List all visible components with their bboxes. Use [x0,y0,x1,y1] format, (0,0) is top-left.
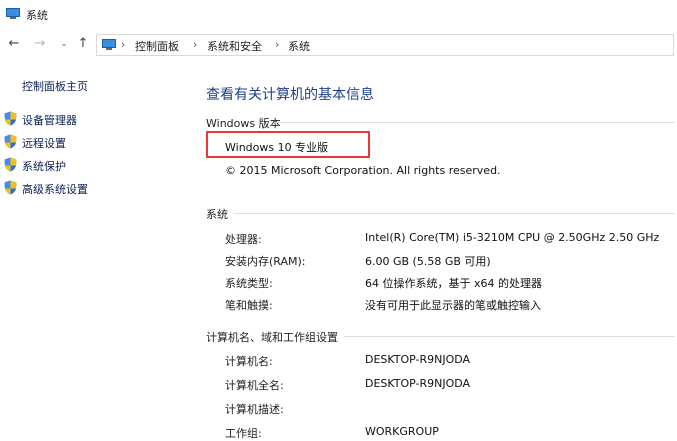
computer-description-label: 计算机描述: [225,403,284,416]
processor-label: 处理器: [225,233,262,246]
workgroup-value: WORKGROUP [365,425,439,438]
navigation-bar: ← → ⌄ ↑ › 控制面板 › 系统和安全 › 系统 [0,31,677,59]
windows-edition-heading: Windows 版本 [206,117,281,130]
computer-name-label: 计算机名: [225,355,273,368]
section-divider [234,213,675,214]
shield-icon [4,134,17,149]
sidebar-item-label: 系统保护 [22,160,66,173]
section-divider [275,122,675,123]
ram-label: 安装内存(RAM): [225,255,306,268]
window-title: 系统 [26,9,48,22]
windows-edition-value: Windows 10 专业版 [225,141,329,154]
section-divider [344,336,675,337]
processor-value: Intel(R) Core(TM) i5-3210M CPU @ 2.50GHz… [365,231,660,244]
forward-arrow-icon[interactable]: → [32,35,48,53]
system-type-label: 系统类型: [225,277,273,290]
full-computer-name-label: 计算机全名: [225,379,284,392]
title-bar: 系统 [0,0,677,28]
system-type-value: 64 位操作系统，基于 x64 的处理器 [365,277,542,290]
breadcrumb-system[interactable]: 系统 [288,38,310,54]
breadcrumb-control-panel[interactable]: 控制面板 [135,38,179,54]
computer-name-heading: 计算机名、域和工作组设置 [206,331,338,344]
control-panel-home-link[interactable]: 控制面板主页 [22,78,88,94]
page-title: 查看有关计算机的基本信息 [206,87,374,103]
control-panel-icon [102,39,116,50]
breadcrumb-separator: › [193,38,198,51]
workgroup-label: 工作组: [225,427,262,440]
full-computer-name-value: DESKTOP-R9NJODA [365,377,471,390]
computer-name-value: DESKTOP-R9NJODA [365,353,471,366]
shield-icon [4,157,17,172]
sidebar-item-label: 设备管理器 [22,114,77,127]
pen-touch-value: 没有可用于此显示器的笔或触控输入 [365,299,541,312]
copyright-text: © 2015 Microsoft Corporation. All rights… [225,164,501,177]
recent-locations-chevron-icon[interactable]: ⌄ [58,35,70,53]
shield-icon [4,180,17,195]
sidebar-item-label: 远程设置 [22,137,66,150]
breadcrumb-system-security[interactable]: 系统和安全 [207,38,262,54]
ram-value: 6.00 GB (5.58 GB 可用) [365,255,491,268]
pen-touch-label: 笔和触摸: [225,299,273,312]
back-arrow-icon[interactable]: ← [6,35,22,53]
up-arrow-icon[interactable]: ↑ [75,35,91,53]
breadcrumb-separator: › [275,38,280,51]
breadcrumb-separator: › [121,38,126,51]
shield-icon [4,111,17,126]
sidebar-item-label: 高级系统设置 [22,183,88,196]
address-bar[interactable]: › 控制面板 › 系统和安全 › 系统 [96,34,674,56]
computer-icon [6,8,20,19]
system-heading: 系统 [206,208,228,221]
